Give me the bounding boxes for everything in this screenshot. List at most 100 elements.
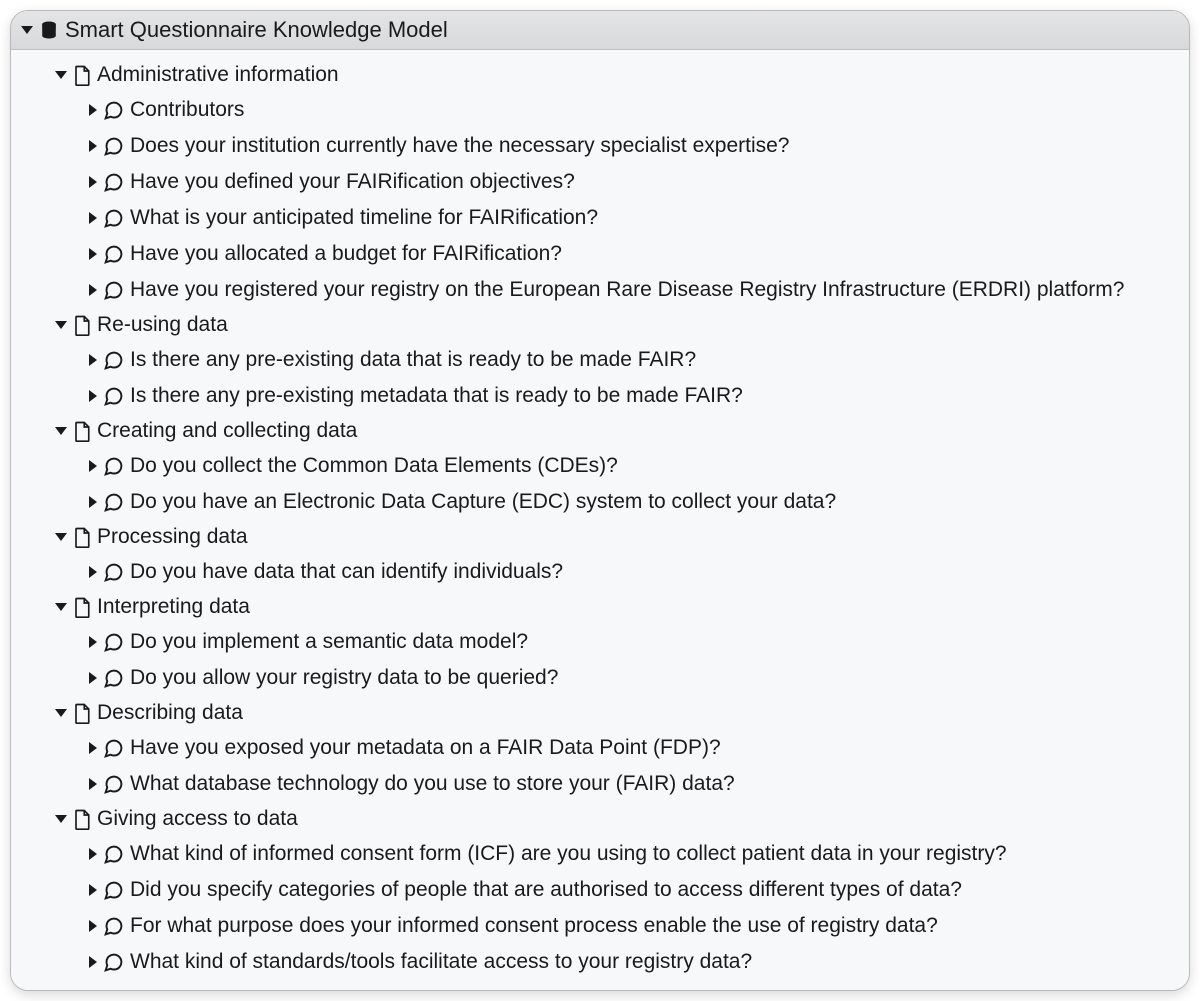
- chat-icon: [103, 456, 124, 477]
- tree-question-row[interactable]: Have you exposed your metadata on a FAIR…: [17, 730, 1183, 766]
- question-label: Have you allocated a budget for FAIRific…: [130, 242, 562, 266]
- caret-down-icon: [55, 603, 67, 611]
- tree-section-row[interactable]: Creating and collecting data: [17, 414, 1183, 448]
- caret-down-icon: [55, 71, 67, 79]
- caret-down-icon: [21, 26, 33, 34]
- file-icon: [73, 65, 91, 86]
- question-label: Have you exposed your metadata on a FAIR…: [130, 736, 721, 760]
- tree-section-row[interactable]: Processing data: [17, 520, 1183, 554]
- caret-right-icon: [89, 496, 97, 508]
- question-label: Is there any pre-existing data that is r…: [130, 348, 696, 372]
- tree-question-row[interactable]: What is your anticipated timeline for FA…: [17, 200, 1183, 236]
- chat-icon: [103, 172, 124, 193]
- tree-section-row[interactable]: Giving access to data: [17, 802, 1183, 836]
- tree-question-row[interactable]: Does your institution currently have the…: [17, 128, 1183, 164]
- caret-down-icon: [55, 709, 67, 717]
- chat-icon: [103, 668, 124, 689]
- question-label: For what purpose does your informed cons…: [130, 914, 938, 938]
- caret-down-icon: [55, 321, 67, 329]
- question-label: Have you registered your registry on the…: [130, 278, 1124, 302]
- tree-root-row[interactable]: Smart Questionnaire Knowledge Model: [11, 11, 1189, 50]
- caret-right-icon: [89, 460, 97, 472]
- question-label: Does your institution currently have the…: [130, 134, 790, 158]
- section-label: Processing data: [97, 525, 248, 549]
- caret-right-icon: [89, 848, 97, 860]
- section-label: Re-using data: [97, 313, 228, 337]
- tree-question-row[interactable]: Do you implement a semantic data model?: [17, 624, 1183, 660]
- tree-question-row[interactable]: What kind of standards/tools facilitate …: [17, 944, 1183, 980]
- tree-question-row[interactable]: Do you have an Electronic Data Capture (…: [17, 484, 1183, 520]
- section-label: Giving access to data: [97, 807, 298, 831]
- tree-question-row[interactable]: Have you allocated a budget for FAIRific…: [17, 236, 1183, 272]
- chat-icon: [103, 208, 124, 229]
- tree-root-title: Smart Questionnaire Knowledge Model: [65, 17, 448, 43]
- caret-right-icon: [89, 104, 97, 116]
- tree-question-row[interactable]: Do you allow your registry data to be qu…: [17, 660, 1183, 696]
- section-label: Interpreting data: [97, 595, 250, 619]
- caret-right-icon: [89, 672, 97, 684]
- chat-icon: [103, 350, 124, 371]
- tree-question-row[interactable]: Do you have data that can identify indiv…: [17, 554, 1183, 590]
- question-label: Do you collect the Common Data Elements …: [130, 454, 618, 478]
- tree-section-row[interactable]: Administrative information: [17, 58, 1183, 92]
- question-label: Do you allow your registry data to be qu…: [130, 666, 558, 690]
- caret-right-icon: [89, 566, 97, 578]
- question-label: Did you specify categories of people tha…: [130, 878, 962, 902]
- caret-right-icon: [89, 212, 97, 224]
- caret-right-icon: [89, 956, 97, 968]
- caret-down-icon: [55, 533, 67, 541]
- tree-question-row[interactable]: Did you specify categories of people tha…: [17, 872, 1183, 908]
- caret-right-icon: [89, 354, 97, 366]
- file-icon: [73, 809, 91, 830]
- caret-right-icon: [89, 140, 97, 152]
- tree-section-row[interactable]: Describing data: [17, 696, 1183, 730]
- chat-icon: [103, 562, 124, 583]
- question-label: Do you have data that can identify indiv…: [130, 560, 563, 584]
- question-label: Do you have an Electronic Data Capture (…: [130, 490, 836, 514]
- tree-question-row[interactable]: What database technology do you use to s…: [17, 766, 1183, 802]
- database-icon: [39, 20, 59, 40]
- caret-right-icon: [89, 390, 97, 402]
- tree-question-row[interactable]: Is there any pre-existing metadata that …: [17, 378, 1183, 414]
- chat-icon: [103, 844, 124, 865]
- question-label: Contributors: [130, 98, 244, 122]
- tree-question-row[interactable]: For what purpose does your informed cons…: [17, 908, 1183, 944]
- tree-question-row[interactable]: Have you defined your FAIRification obje…: [17, 164, 1183, 200]
- tree-question-row[interactable]: Is there any pre-existing data that is r…: [17, 342, 1183, 378]
- caret-right-icon: [89, 636, 97, 648]
- caret-right-icon: [89, 778, 97, 790]
- question-label: What kind of informed consent form (ICF)…: [130, 842, 1007, 866]
- file-icon: [73, 315, 91, 336]
- tree-section-row[interactable]: Interpreting data: [17, 590, 1183, 624]
- caret-right-icon: [89, 920, 97, 932]
- chat-icon: [103, 386, 124, 407]
- question-label: Is there any pre-existing metadata that …: [130, 384, 743, 408]
- chat-icon: [103, 738, 124, 759]
- file-icon: [73, 527, 91, 548]
- file-icon: [73, 703, 91, 724]
- chat-icon: [103, 100, 124, 121]
- tree-section-row[interactable]: Re-using data: [17, 308, 1183, 342]
- caret-down-icon: [55, 427, 67, 435]
- chat-icon: [103, 880, 124, 901]
- caret-right-icon: [89, 248, 97, 260]
- chat-icon: [103, 244, 124, 265]
- question-label: What database technology do you use to s…: [130, 772, 735, 796]
- question-label: What is your anticipated timeline for FA…: [130, 206, 598, 230]
- tree-question-row[interactable]: Have you registered your registry on the…: [17, 272, 1183, 308]
- chat-icon: [103, 632, 124, 653]
- section-label: Creating and collecting data: [97, 419, 357, 443]
- tree-panel: Smart Questionnaire Knowledge Model Admi…: [10, 10, 1190, 991]
- caret-right-icon: [89, 742, 97, 754]
- caret-right-icon: [89, 284, 97, 296]
- caret-down-icon: [55, 815, 67, 823]
- tree-question-row[interactable]: Do you collect the Common Data Elements …: [17, 448, 1183, 484]
- question-label: Do you implement a semantic data model?: [130, 630, 528, 654]
- tree-question-row[interactable]: What kind of informed consent form (ICF)…: [17, 836, 1183, 872]
- tree-question-row[interactable]: Contributors: [17, 92, 1183, 128]
- chat-icon: [103, 136, 124, 157]
- file-icon: [73, 597, 91, 618]
- caret-right-icon: [89, 176, 97, 188]
- section-label: Administrative information: [97, 63, 339, 87]
- chat-icon: [103, 952, 124, 973]
